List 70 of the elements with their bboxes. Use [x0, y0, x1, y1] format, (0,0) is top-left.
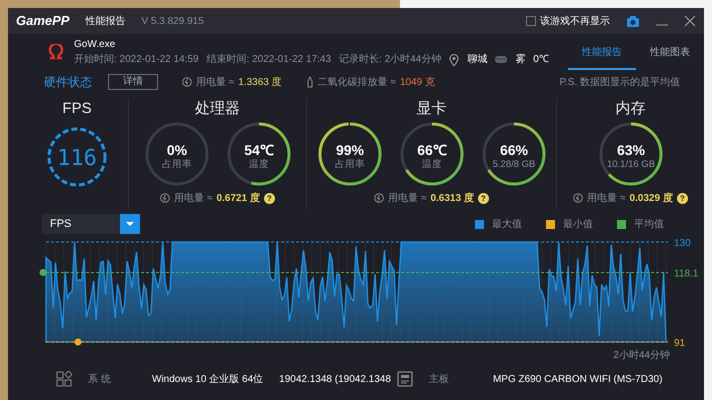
legend-label: 最小值: [563, 218, 593, 232]
average-value-label: 118.1: [674, 268, 698, 280]
fog-icon: [495, 55, 508, 64]
app-logo: GamePP: [16, 12, 70, 30]
hide-game-label: 该游戏不再显示: [540, 14, 610, 28]
info-label: 主板: [428, 372, 450, 386]
close-icon: [684, 15, 696, 27]
usage-gauge: 63% 10.1/16 GB: [598, 120, 664, 186]
game-name: GoW.exe: [74, 38, 116, 52]
section-title: 内存: [616, 99, 646, 119]
min-marker: [74, 338, 82, 346]
usage-gauge: 99% 占用率: [316, 120, 382, 186]
end-time: 结束时间: 2022-01-22 17:43: [206, 52, 332, 67]
power-label: 用电量 ≈: [196, 76, 234, 90]
info-value: MPG Z690 CARBON WIFI (MS-7D30): [492, 372, 662, 386]
info-label: 系 统: [88, 372, 112, 386]
usage-gauge: 0% 占用率: [144, 120, 210, 186]
report-tab[interactable]: 性能图表: [636, 37, 704, 70]
minimize-icon: [656, 24, 668, 26]
section-title: 显卡: [416, 99, 446, 119]
max-value-label: 130: [674, 238, 691, 249]
motherboard-icon: [396, 371, 413, 387]
power-label: 用电量 ≈: [174, 192, 212, 206]
duration-label: 2小时44分钟: [613, 348, 670, 363]
section-title: 硬件状态: [44, 74, 92, 91]
help-icon: ?: [676, 192, 688, 204]
power-label: 用电量 ≈: [587, 192, 626, 206]
hide-game-checkbox[interactable]: [526, 16, 536, 26]
temperature-label: 0℃: [533, 53, 549, 67]
average-marker: [40, 269, 46, 276]
help-icon: ?: [478, 192, 489, 204]
power-label: 用电量 ≈: [388, 192, 426, 206]
windows-icon: [56, 371, 72, 387]
co2-value: 1049 克: [400, 76, 435, 90]
power-icon: [182, 77, 192, 87]
location-icon: [449, 54, 460, 66]
help-icon: ?: [264, 192, 275, 204]
details-button[interactable]: 详情: [108, 74, 158, 90]
power-value: 0.6721 度: [216, 191, 260, 206]
power-value: 0.0329 度: [629, 191, 673, 206]
fps-title: FPS: [62, 99, 92, 119]
fps-gauge: 116: [45, 124, 109, 188]
caret-icon: [126, 222, 134, 226]
window-title: 性能报告: [85, 14, 126, 28]
usage-gauge: 66% 5.28/8 GB: [480, 120, 546, 186]
weather-label: 雾: [515, 53, 526, 67]
usage-gauge: 66℃ 温度: [398, 120, 464, 186]
min-value-label: 91: [674, 338, 686, 348]
record-duration: 记录时长: 2小时44分钟: [339, 52, 442, 67]
metric-dropdown[interactable]: FPS: [42, 214, 140, 234]
report-tab[interactable]: 性能报告: [568, 37, 636, 70]
power-value: 0.6313 度: [430, 191, 474, 206]
note-text: P.S. 数据图显示的是平均值: [560, 76, 680, 90]
usage-gauge: 54℃ 温度: [226, 120, 292, 186]
game-icon: [46, 44, 66, 60]
start-time: 开始时间: 2022-01-22 14:59: [74, 52, 199, 67]
bottle-icon: [306, 76, 314, 88]
power-value: 1.3363 度: [238, 76, 282, 90]
camera-icon: [626, 14, 640, 28]
power-icon: [573, 193, 584, 203]
power-icon: [374, 193, 384, 203]
co2-label: 二氧化碳排放量 ≈: [318, 76, 396, 90]
info-value: 19042.1348 (19042.1348: [279, 372, 391, 386]
legend-label: 最大值: [492, 218, 522, 232]
info-value: Windows 10 企业版 64位: [152, 372, 264, 386]
section-title: 处理器: [195, 99, 240, 119]
power-icon: [160, 193, 170, 203]
city-label: 聊城: [467, 52, 488, 67]
legend-label: 平均值: [634, 218, 664, 232]
version-label: V 5.3.829.915: [141, 14, 204, 28]
